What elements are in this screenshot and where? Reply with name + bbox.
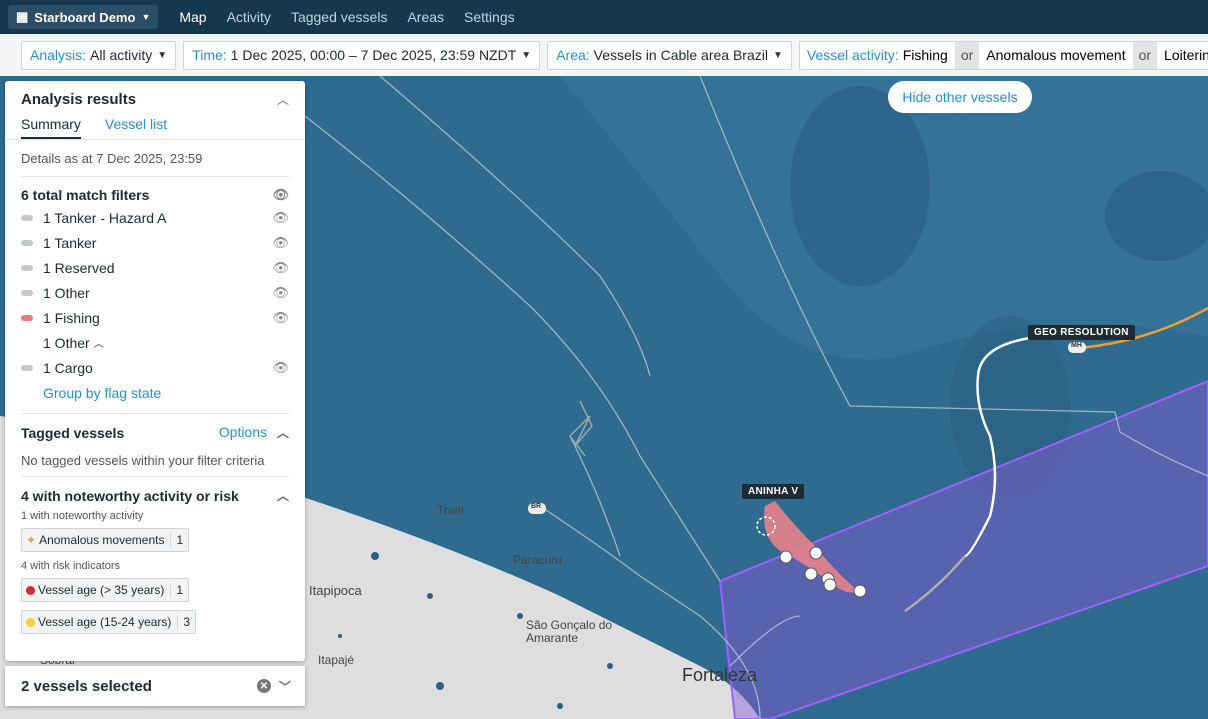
anomaly-icon: ✦ <box>26 533 37 547</box>
place-itapaje: Itapajé <box>318 653 355 667</box>
nav-tagged-vessels[interactable]: Tagged vessels <box>291 9 388 25</box>
analysis-filter[interactable]: Analysis: All activity ▼ <box>21 40 177 70</box>
noteworthy-title: 4 with noteworthy activity or risk <box>21 487 239 504</box>
area-filter-label: Area: <box>556 47 590 63</box>
activity-filter-label: Vessel activity: <box>806 47 899 63</box>
top-nav: ▦ Starboard Demo ▼ Map Activity Tagged v… <box>0 0 1208 34</box>
category-pill <box>21 314 33 321</box>
clear-icon[interactable]: ✕ <box>256 679 271 693</box>
eye-icon[interactable]: 👁 <box>272 187 289 203</box>
vessel-label-aninha[interactable]: ANINHA V <box>742 484 805 499</box>
time-filter-label: Time: <box>192 47 227 63</box>
selected-count: 2 vessels selected <box>21 677 152 695</box>
analysis-filter-label: Analysis: <box>30 47 87 63</box>
eye-icon[interactable]: 👁 <box>272 260 289 276</box>
building-icon: ▦ <box>16 9 29 24</box>
match-filters-section: 6 total match filters 👁 1 Tanker - Hazar… <box>21 177 289 414</box>
filter-bar: Analysis: All activity ▼ Time: 1 Dec 202… <box>0 34 1208 77</box>
noteworthy-subtitle: 1 with noteworthy activity <box>21 510 144 522</box>
vessel-label-geo-resolution[interactable]: GEO RESOLUTION <box>1028 325 1135 340</box>
eye-icon[interactable]: 👁 <box>272 210 289 226</box>
activity-loitering[interactable]: Loitering <box>1157 42 1208 69</box>
time-filter[interactable]: Time: 1 Dec 2025, 00:00 – 7 Dec 2025, 23… <box>183 40 541 70</box>
chevron-down-icon: ▼ <box>521 49 532 61</box>
list-item[interactable]: 1 Other ︿ <box>21 330 289 355</box>
hide-other-vessels-button[interactable]: Hide other vessels <box>888 81 1032 113</box>
activity-anomalous[interactable]: Anomalous movement <box>979 42 1132 69</box>
list-item[interactable]: 1 Tanker 👁 <box>21 230 289 255</box>
time-filter-value: 1 Dec 2025, 00:00 – 7 Dec 2025, 23:59 NZ… <box>230 47 517 63</box>
tagged-empty-text: No tagged vessels within your filter cri… <box>21 453 265 468</box>
eye-icon[interactable]: 👁 <box>272 235 289 251</box>
eye-icon[interactable]: 👁 <box>272 360 289 376</box>
place-itapipoca: Itapipoca <box>309 583 362 598</box>
red-dot-icon <box>26 585 35 595</box>
group-by-flag-link[interactable]: Group by flag state <box>43 385 161 401</box>
place-fortaleza: Fortaleza <box>682 665 758 685</box>
list-item[interactable]: 1 Reserved 👁 <box>21 255 289 280</box>
category-pill <box>21 340 33 346</box>
analysis-panel: Analysis results ︿ Summary Vessel list D… <box>5 81 305 661</box>
tagged-vessels-section: Tagged vessels Options ︿ No tagged vesse… <box>21 414 289 477</box>
track-badge-br: BR <box>531 503 542 510</box>
list-item[interactable]: 1 Tanker - Hazard A 👁 <box>21 205 289 230</box>
workspace-name: Starboard Demo <box>34 9 136 25</box>
list-item[interactable]: 1 Cargo 👁 <box>21 355 289 380</box>
category-pill <box>21 289 33 296</box>
chevron-up-icon[interactable]: ︿ <box>94 335 104 350</box>
risk-badge-age-15-24[interactable]: Vessel age (15-24 years) 3 <box>21 610 197 634</box>
area-filter[interactable]: Area: Vessels in Cable area Brazil ▼ <box>547 40 792 70</box>
yellow-dot-icon <box>26 617 35 627</box>
chevron-down-icon: ▼ <box>141 12 151 22</box>
place-paracuru: Paracuru <box>513 553 562 567</box>
area-filter-value: Vessels in Cable area Brazil <box>593 47 768 63</box>
vessel-activity-filter[interactable]: Vessel activity: Fishing or Anomalous mo… <box>798 40 1208 70</box>
activity-fishing[interactable]: Fishing <box>903 47 948 63</box>
chevron-down-icon: ▼ <box>157 49 168 61</box>
or-separator: or <box>954 41 980 69</box>
category-pill <box>21 239 33 246</box>
nav-map[interactable]: Map <box>179 9 206 25</box>
category-pill <box>21 264 33 271</box>
anomalous-badge[interactable]: ✦ Anomalous movements 1 <box>21 528 190 552</box>
place-trairi: Trairi <box>437 503 464 517</box>
track-badge-mh: MH <box>1071 342 1082 349</box>
nav-settings[interactable]: Settings <box>464 9 515 25</box>
tab-summary[interactable]: Summary <box>21 116 81 139</box>
nav-activity[interactable]: Activity <box>227 9 271 25</box>
list-item[interactable]: 1 Fishing 👁 <box>21 305 289 330</box>
chevron-up-icon[interactable]: ︿ <box>277 487 289 504</box>
eye-icon[interactable]: 👁 <box>272 310 289 326</box>
selected-vessels-bar[interactable]: 2 vessels selected ✕ ﹀ <box>5 666 305 706</box>
chevron-down-icon: ▼ <box>772 49 783 61</box>
total-match-filters: 6 total match filters <box>21 187 150 203</box>
chevron-up-icon[interactable]: ︿ <box>277 426 289 440</box>
analysis-filter-value: All activity <box>90 47 153 63</box>
place-sao-goncalo: São Gonçalo do Amarante <box>526 618 613 645</box>
collapse-icon[interactable]: ︿ <box>277 91 289 108</box>
risk-badge-age-35[interactable]: Vessel age (> 35 years) 1 <box>21 578 190 602</box>
eye-icon[interactable]: 👁 <box>272 285 289 301</box>
workspace-switcher[interactable]: ▦ Starboard Demo ▼ <box>8 5 159 29</box>
noteworthy-section: 4 with noteworthy activity or risk ︿ 1 w… <box>21 477 289 644</box>
details-timestamp: Details as at 7 Dec 2025, 23:59 <box>21 140 289 177</box>
tagged-title: Tagged vessels <box>21 424 125 441</box>
list-item[interactable]: 1 Other 👁 <box>21 280 289 305</box>
risk-subtitle: 4 with risk indicators <box>21 560 121 572</box>
panel-title: Analysis results <box>21 91 137 108</box>
category-pill <box>21 214 33 221</box>
chevron-down-icon[interactable]: ﹀ <box>279 678 291 695</box>
category-pill <box>21 364 33 371</box>
or-separator: or <box>1132 41 1158 69</box>
tab-vessel-list[interactable]: Vessel list <box>105 116 167 139</box>
options-link[interactable]: Options <box>219 424 267 440</box>
nav-areas[interactable]: Areas <box>407 9 444 25</box>
